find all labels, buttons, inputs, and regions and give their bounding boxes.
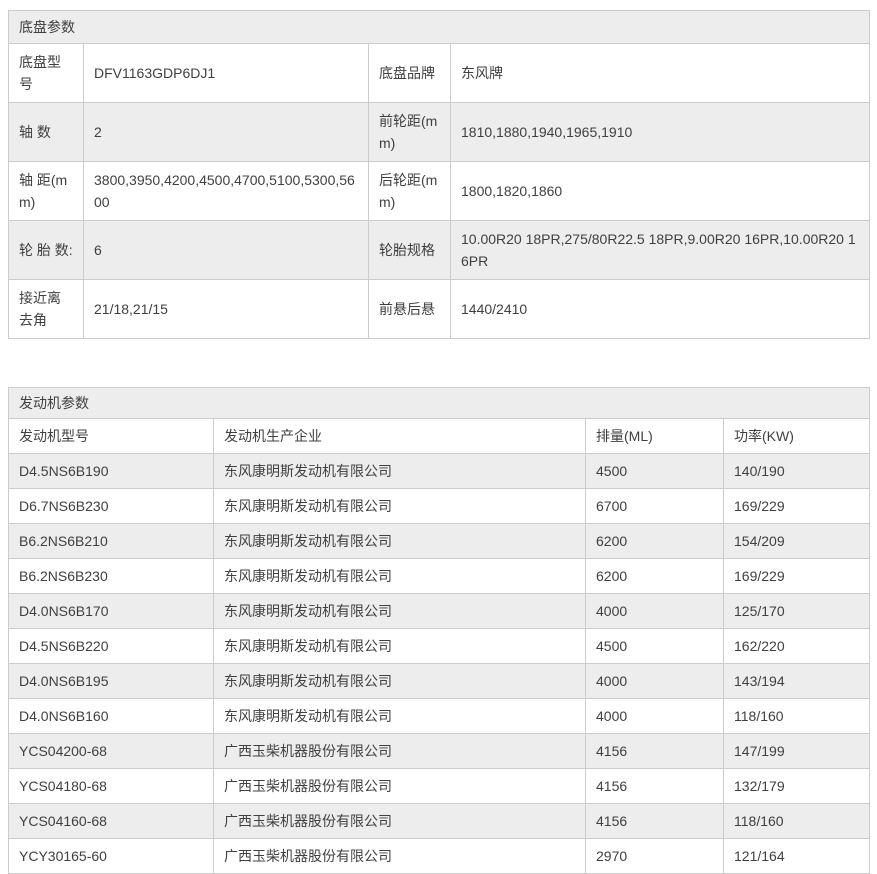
param-value: 3800,3950,4200,4500,4700,5100,5300,5600 bbox=[84, 162, 369, 221]
param-label: 前轮距(mm) bbox=[369, 103, 451, 162]
chassis-parameters-table: 底盘参数 底盘型号 DFV1163GDP6DJ1 底盘品牌 东风牌 轴 数 2 … bbox=[8, 10, 870, 339]
displacement-cell: 6200 bbox=[586, 524, 724, 559]
power-cell: 154/209 bbox=[724, 524, 870, 559]
param-label: 轮 胎 数: bbox=[9, 221, 84, 280]
manufacturer-cell: 东风康明斯发动机有限公司 bbox=[214, 524, 586, 559]
power-cell: 147/199 bbox=[724, 734, 870, 769]
power-cell: 143/194 bbox=[724, 664, 870, 699]
param-label: 底盘品牌 bbox=[369, 44, 451, 103]
param-value: DFV1163GDP6DJ1 bbox=[84, 44, 369, 103]
power-cell: 121/164 bbox=[724, 839, 870, 874]
column-header-power: 功率(KW) bbox=[724, 419, 870, 454]
table-row: D4.0NS6B160 东风康明斯发动机有限公司 4000 118/160 bbox=[9, 699, 870, 734]
table-row: D4.5NS6B220 东风康明斯发动机有限公司 4500 162/220 bbox=[9, 629, 870, 664]
displacement-cell: 4000 bbox=[586, 699, 724, 734]
table-row: B6.2NS6B210 东风康明斯发动机有限公司 6200 154/209 bbox=[9, 524, 870, 559]
manufacturer-cell: 东风康明斯发动机有限公司 bbox=[214, 454, 586, 489]
manufacturer-cell: 东风康明斯发动机有限公司 bbox=[214, 489, 586, 524]
engine-model-cell: D4.5NS6B190 bbox=[9, 454, 214, 489]
displacement-cell: 2970 bbox=[586, 839, 724, 874]
param-value: 东风牌 bbox=[451, 44, 870, 103]
engine-model-cell: B6.2NS6B210 bbox=[9, 524, 214, 559]
engine-table-title: 发动机参数 bbox=[9, 388, 870, 419]
table-header-row: 发动机型号 发动机生产企业 排量(ML) 功率(KW) bbox=[9, 419, 870, 454]
engine-model-cell: B6.2NS6B230 bbox=[9, 559, 214, 594]
engine-model-cell: D4.0NS6B170 bbox=[9, 594, 214, 629]
param-label: 轴 距(mm) bbox=[9, 162, 84, 221]
power-cell: 132/179 bbox=[724, 769, 870, 804]
power-cell: 118/160 bbox=[724, 699, 870, 734]
table-row: YCS04160-68 广西玉柴机器股份有限公司 4156 118/160 bbox=[9, 804, 870, 839]
engine-model-cell: YCS04200-68 bbox=[9, 734, 214, 769]
table-row: 轴 数 2 前轮距(mm) 1810,1880,1940,1965,1910 bbox=[9, 103, 870, 162]
column-header-model: 发动机型号 bbox=[9, 419, 214, 454]
param-value: 10.00R20 18PR,275/80R22.5 18PR,9.00R20 1… bbox=[451, 221, 870, 280]
table-row: D4.5NS6B190 东风康明斯发动机有限公司 4500 140/190 bbox=[9, 454, 870, 489]
table-row: B6.2NS6B230 东风康明斯发动机有限公司 6200 169/229 bbox=[9, 559, 870, 594]
engine-model-cell: D4.0NS6B160 bbox=[9, 699, 214, 734]
table-title-row: 发动机参数 bbox=[9, 388, 870, 419]
manufacturer-cell: 东风康明斯发动机有限公司 bbox=[214, 594, 586, 629]
param-label: 前悬后悬 bbox=[369, 280, 451, 339]
param-label: 轮胎规格 bbox=[369, 221, 451, 280]
engine-parameters-table: 发动机参数 发动机型号 发动机生产企业 排量(ML) 功率(KW) D4.5NS… bbox=[8, 387, 870, 874]
engine-model-cell: YCS04180-68 bbox=[9, 769, 214, 804]
manufacturer-cell: 东风康明斯发动机有限公司 bbox=[214, 629, 586, 664]
engine-model-cell: YCS04160-68 bbox=[9, 804, 214, 839]
power-cell: 169/229 bbox=[724, 489, 870, 524]
displacement-cell: 4500 bbox=[586, 454, 724, 489]
table-row: 接近离去角 21/18,21/15 前悬后悬 1440/2410 bbox=[9, 280, 870, 339]
displacement-cell: 4156 bbox=[586, 804, 724, 839]
table-row: YCS04180-68 广西玉柴机器股份有限公司 4156 132/179 bbox=[9, 769, 870, 804]
table-row: D4.0NS6B170 东风康明斯发动机有限公司 4000 125/170 bbox=[9, 594, 870, 629]
param-label: 轴 数 bbox=[9, 103, 84, 162]
manufacturer-cell: 广西玉柴机器股份有限公司 bbox=[214, 734, 586, 769]
displacement-cell: 4156 bbox=[586, 769, 724, 804]
power-cell: 169/229 bbox=[724, 559, 870, 594]
manufacturer-cell: 东风康明斯发动机有限公司 bbox=[214, 559, 586, 594]
power-cell: 162/220 bbox=[724, 629, 870, 664]
param-label: 底盘型号 bbox=[9, 44, 84, 103]
displacement-cell: 4000 bbox=[586, 664, 724, 699]
param-value: 6 bbox=[84, 221, 369, 280]
manufacturer-cell: 东风康明斯发动机有限公司 bbox=[214, 699, 586, 734]
chassis-table-title: 底盘参数 bbox=[9, 11, 870, 44]
displacement-cell: 6200 bbox=[586, 559, 724, 594]
engine-model-cell: D6.7NS6B230 bbox=[9, 489, 214, 524]
table-title-row: 底盘参数 bbox=[9, 11, 870, 44]
manufacturer-cell: 东风康明斯发动机有限公司 bbox=[214, 664, 586, 699]
param-value: 2 bbox=[84, 103, 369, 162]
table-row: D4.0NS6B195 东风康明斯发动机有限公司 4000 143/194 bbox=[9, 664, 870, 699]
param-value: 1810,1880,1940,1965,1910 bbox=[451, 103, 870, 162]
engine-model-cell: D4.5NS6B220 bbox=[9, 629, 214, 664]
displacement-cell: 4500 bbox=[586, 629, 724, 664]
table-row: YCS04200-68 广西玉柴机器股份有限公司 4156 147/199 bbox=[9, 734, 870, 769]
manufacturer-cell: 广西玉柴机器股份有限公司 bbox=[214, 769, 586, 804]
column-header-manufacturer: 发动机生产企业 bbox=[214, 419, 586, 454]
engine-model-cell: YCY30165-60 bbox=[9, 839, 214, 874]
table-row: 轮 胎 数: 6 轮胎规格 10.00R20 18PR,275/80R22.5 … bbox=[9, 221, 870, 280]
manufacturer-cell: 广西玉柴机器股份有限公司 bbox=[214, 839, 586, 874]
param-value: 1800,1820,1860 bbox=[451, 162, 870, 221]
displacement-cell: 6700 bbox=[586, 489, 724, 524]
param-label: 接近离去角 bbox=[9, 280, 84, 339]
displacement-cell: 4000 bbox=[586, 594, 724, 629]
table-row: YCY30165-60 广西玉柴机器股份有限公司 2970 121/164 bbox=[9, 839, 870, 874]
table-row: D6.7NS6B230 东风康明斯发动机有限公司 6700 169/229 bbox=[9, 489, 870, 524]
power-cell: 118/160 bbox=[724, 804, 870, 839]
power-cell: 140/190 bbox=[724, 454, 870, 489]
column-header-displacement: 排量(ML) bbox=[586, 419, 724, 454]
param-value: 1440/2410 bbox=[451, 280, 870, 339]
power-cell: 125/170 bbox=[724, 594, 870, 629]
spec-page: 底盘参数 底盘型号 DFV1163GDP6DJ1 底盘品牌 东风牌 轴 数 2 … bbox=[0, 0, 877, 841]
param-label: 后轮距(mm) bbox=[369, 162, 451, 221]
table-row: 底盘型号 DFV1163GDP6DJ1 底盘品牌 东风牌 bbox=[9, 44, 870, 103]
engine-model-cell: D4.0NS6B195 bbox=[9, 664, 214, 699]
param-value: 21/18,21/15 bbox=[84, 280, 369, 339]
displacement-cell: 4156 bbox=[586, 734, 724, 769]
table-row: 轴 距(mm) 3800,3950,4200,4500,4700,5100,53… bbox=[9, 162, 870, 221]
manufacturer-cell: 广西玉柴机器股份有限公司 bbox=[214, 804, 586, 839]
